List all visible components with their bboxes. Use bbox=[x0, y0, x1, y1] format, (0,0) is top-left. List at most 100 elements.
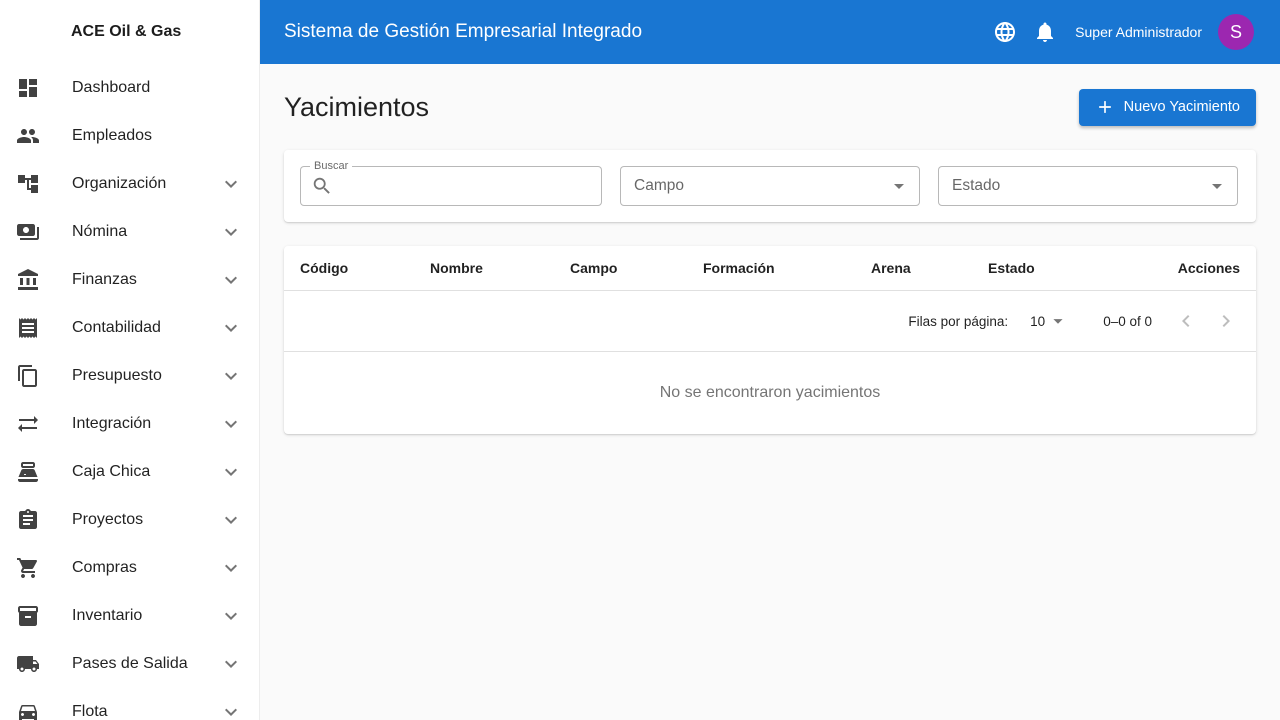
sidebar-item-label: Compras bbox=[72, 559, 137, 576]
sidebar-item-compras[interactable]: Compras bbox=[0, 544, 259, 592]
clipboard-icon bbox=[16, 508, 40, 532]
cart-icon bbox=[16, 556, 40, 580]
sidebar-item-presupuesto[interactable]: Presupuesto bbox=[0, 352, 259, 400]
plus-icon bbox=[1095, 97, 1115, 117]
main-content: Yacimientos Nuevo Yacimiento Buscar Camp… bbox=[260, 64, 1280, 720]
appbar-title: Sistema de Gestión Empresarial Integrado bbox=[284, 21, 643, 42]
sidebar-item-contabilidad[interactable]: Contabilidad bbox=[0, 304, 259, 352]
estado-select[interactable]: Estado bbox=[938, 166, 1238, 206]
point-of-sale-icon bbox=[16, 460, 40, 484]
sidebar-item-label: Pases de Salida bbox=[72, 655, 188, 672]
copy-icon bbox=[16, 364, 40, 388]
sidebar-item-label: Flota bbox=[72, 703, 108, 720]
sidebar-item-label: Presupuesto bbox=[72, 367, 162, 384]
people-icon bbox=[16, 124, 40, 148]
search-field[interactable]: Buscar bbox=[300, 159, 602, 206]
yacimientos-table: Código Nombre Campo Formación Arena Esta… bbox=[284, 246, 1256, 434]
sidebar-item-label: Empleados bbox=[72, 127, 153, 144]
dropdown-arrow-icon bbox=[887, 174, 911, 198]
sidebar-item-label: Integración bbox=[72, 415, 152, 432]
sidebar-item-label: Contabilidad bbox=[72, 319, 161, 336]
chevron-down-icon bbox=[219, 556, 243, 580]
chevron-down-icon bbox=[219, 316, 243, 340]
page-title: Yacimientos bbox=[284, 91, 430, 122]
truck-icon bbox=[16, 652, 40, 676]
new-yacimiento-button-label: Nuevo Yacimiento bbox=[1123, 99, 1240, 115]
chevron-down-icon bbox=[219, 364, 243, 388]
campo-select-label: Campo bbox=[634, 177, 684, 194]
user-name: Super Administrador bbox=[1075, 24, 1202, 40]
sidebar-item-label: Organización bbox=[72, 175, 167, 192]
chevron-down-icon bbox=[219, 412, 243, 436]
sidebar: ACE Oil & Gas Dashboard Empleados Organi… bbox=[0, 0, 260, 720]
chevron-right-icon bbox=[1214, 309, 1238, 333]
app-logo: ACE Oil & Gas bbox=[71, 23, 182, 40]
sidebar-item-caja-chica[interactable]: Caja Chica bbox=[0, 448, 259, 496]
sidebar-item-proyectos[interactable]: Proyectos bbox=[0, 496, 259, 544]
column-header-estado: Estado bbox=[988, 260, 1035, 276]
avatar[interactable]: S bbox=[1218, 14, 1254, 50]
sidebar-item-integracion[interactable]: Integración bbox=[0, 400, 259, 448]
new-yacimiento-button[interactable]: Nuevo Yacimiento bbox=[1078, 88, 1256, 126]
search-icon bbox=[311, 175, 333, 197]
sidebar-item-inventario[interactable]: Inventario bbox=[0, 592, 259, 640]
chevron-down-icon bbox=[219, 508, 243, 532]
notifications-button[interactable] bbox=[1025, 12, 1065, 52]
car-icon bbox=[16, 700, 40, 720]
receipt-icon bbox=[16, 316, 40, 340]
table-header-row: Código Nombre Campo Formación Arena Esta… bbox=[284, 246, 1256, 291]
sidebar-item-label: Dashboard bbox=[72, 79, 151, 96]
filters-card: Buscar Campo Estado bbox=[284, 150, 1256, 222]
bank-icon bbox=[16, 268, 40, 292]
column-header-arena: Arena bbox=[871, 260, 911, 276]
sidebar-item-dashboard[interactable]: Dashboard bbox=[0, 64, 259, 112]
chevron-down-icon bbox=[219, 220, 243, 244]
payments-icon bbox=[16, 220, 40, 244]
appbar: Sistema de Gestión Empresarial Integrado… bbox=[260, 0, 1280, 64]
sidebar-item-label: Proyectos bbox=[72, 511, 144, 528]
org-tree-icon bbox=[16, 172, 40, 196]
inventory-icon bbox=[16, 604, 40, 628]
pagination-range: 0–0 of 0 bbox=[1103, 313, 1152, 329]
column-header-nombre: Nombre bbox=[430, 260, 483, 276]
chevron-down-icon bbox=[219, 268, 243, 292]
column-header-campo: Campo bbox=[570, 260, 618, 276]
dropdown-arrow-icon bbox=[1205, 174, 1229, 198]
campo-select[interactable]: Campo bbox=[620, 166, 920, 206]
dashboard-icon bbox=[16, 76, 40, 100]
chevron-down-icon bbox=[219, 460, 243, 484]
column-header-codigo: Código bbox=[300, 260, 349, 276]
sidebar-item-pases-de-salida[interactable]: Pases de Salida bbox=[0, 640, 259, 688]
sidebar-item-label: Finanzas bbox=[72, 271, 137, 288]
avatar-initial: S bbox=[1229, 21, 1242, 42]
sidebar-item-empleados[interactable]: Empleados bbox=[0, 112, 259, 160]
sidebar-item-label: Nómina bbox=[72, 223, 128, 240]
rows-per-page-label: Filas por página: bbox=[908, 313, 1009, 329]
pagination-row: Filas por página: 10 0–0 of 0 bbox=[284, 291, 1256, 352]
chevron-down-icon bbox=[219, 652, 243, 676]
estado-select-label: Estado bbox=[952, 177, 1001, 194]
dropdown-arrow-icon bbox=[1047, 310, 1069, 332]
sidebar-item-organizacion[interactable]: Organización bbox=[0, 160, 259, 208]
sidebar-item-finanzas[interactable]: Finanzas bbox=[0, 256, 259, 304]
next-page-button[interactable] bbox=[1206, 301, 1246, 341]
chevron-down-icon bbox=[219, 172, 243, 196]
column-header-formacion: Formación bbox=[703, 260, 775, 276]
sidebar-item-label: Caja Chica bbox=[72, 463, 151, 480]
chevron-down-icon bbox=[219, 604, 243, 628]
rows-per-page-select[interactable]: 10 bbox=[1030, 310, 1069, 332]
sidebar-item-nomina[interactable]: Nómina bbox=[0, 208, 259, 256]
language-button[interactable] bbox=[985, 12, 1025, 52]
bell-icon bbox=[1033, 20, 1057, 44]
sidebar-item-label: Inventario bbox=[72, 607, 143, 624]
search-field-label: Buscar bbox=[310, 159, 353, 173]
sidebar-item-flota[interactable]: Flota bbox=[0, 688, 259, 720]
empty-state-message: No se encontraron yacimientos bbox=[659, 384, 881, 401]
previous-page-button[interactable] bbox=[1166, 301, 1206, 341]
sync-icon bbox=[16, 412, 40, 436]
globe-icon bbox=[993, 20, 1017, 44]
chevron-down-icon bbox=[219, 700, 243, 720]
rows-per-page-value: 10 bbox=[1030, 313, 1046, 329]
search-input[interactable] bbox=[338, 176, 591, 196]
chevron-left-icon bbox=[1174, 309, 1198, 333]
